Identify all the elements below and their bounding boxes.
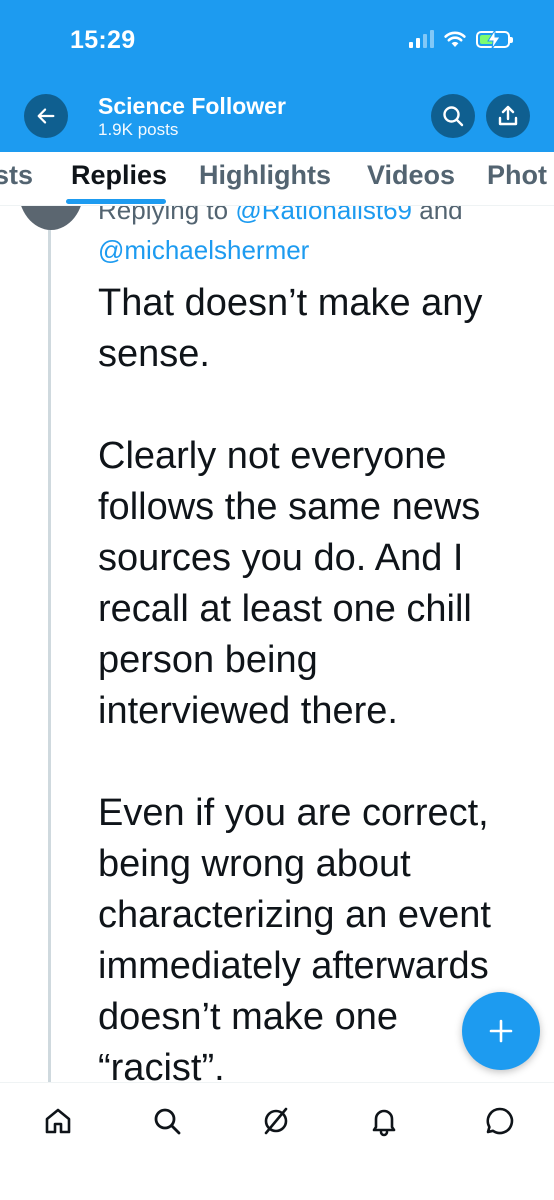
tweet-line: Even if you are correct, [98, 792, 489, 834]
battery-icon [476, 29, 513, 49]
messages-icon [486, 1107, 514, 1135]
tweet-line: being wrong about [98, 843, 411, 885]
tab-replies[interactable]: Replies [71, 160, 167, 191]
active-tab-indicator [66, 199, 166, 204]
grok-icon [264, 1107, 288, 1135]
cellular-signal-icon [409, 30, 434, 48]
arrow-left-icon [37, 108, 55, 124]
nav-notifications[interactable] [364, 1101, 404, 1141]
wifi-icon [444, 31, 466, 47]
nav-search[interactable] [147, 1101, 187, 1141]
tweet-line: That doesn’t make any [98, 282, 483, 324]
tweet-line: sense. [98, 333, 210, 375]
tab-posts[interactable]: sts [0, 160, 33, 191]
home-icon [45, 1108, 71, 1134]
share-button[interactable] [486, 94, 530, 138]
tweet-line: person being [98, 639, 318, 681]
avatar[interactable] [18, 206, 84, 230]
back-button[interactable] [24, 94, 68, 138]
profile-tabs: sts Replies Highlights Videos Phot [0, 152, 554, 206]
tweet-line: follows the same news [98, 486, 481, 528]
share-icon [498, 105, 518, 126]
thread-line [48, 230, 51, 1082]
search-icon [443, 106, 464, 127]
tweet-line: sources you do. And I [98, 537, 464, 579]
tab-videos[interactable]: Videos [367, 160, 455, 191]
notifications-icon [372, 1109, 396, 1137]
compose-button[interactable] [462, 992, 540, 1070]
search-icon [154, 1108, 181, 1135]
tweet-line: characterizing an event [98, 894, 491, 936]
tab-photos[interactable]: Phot [487, 160, 547, 191]
tweet-line: recall at least one chill [98, 588, 472, 630]
tweet-line: interviewed there. [98, 690, 398, 732]
tweet-line: Clearly not everyone [98, 435, 447, 477]
nav-grok[interactable] [256, 1101, 296, 1141]
replying-to-and: and [412, 206, 463, 225]
profile-name: Science Follower [98, 93, 286, 119]
nav-home[interactable] [38, 1101, 78, 1141]
tweet-line: immediately afterwards [98, 945, 489, 987]
posts-count: 1.9K posts [98, 120, 179, 139]
status-time: 15:29 [70, 26, 136, 54]
replying-to-prefix: Replying to [98, 206, 236, 225]
profile-header: 15:29 Science Follower 1.9K posts [0, 0, 554, 152]
mention-link[interactable]: @Rationalist69 [235, 206, 412, 225]
status-icons [409, 29, 513, 49]
nav-messages[interactable] [480, 1101, 520, 1141]
tab-highlights[interactable]: Highlights [199, 160, 331, 191]
bottom-nav [0, 1082, 554, 1200]
plus-icon [489, 1019, 513, 1043]
search-button[interactable] [431, 94, 475, 138]
replying-to: Replying to @Rationalist69 and @michaels… [98, 206, 538, 270]
mention-link[interactable]: @michaelshermer [98, 235, 309, 265]
reply-tweet[interactable]: Replying to @Rationalist69 and @michaels… [0, 206, 554, 1082]
tweet-text: That doesn’t make any sense. Clearly not… [98, 278, 538, 1082]
